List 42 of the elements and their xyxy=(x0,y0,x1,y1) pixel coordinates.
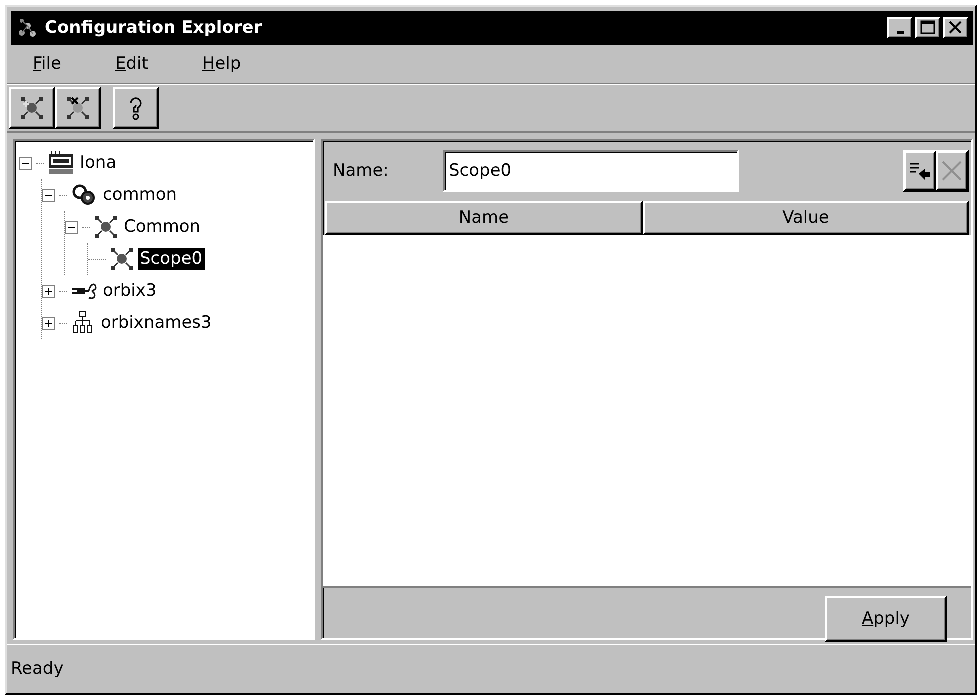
menu-item[interactable]: Edit xyxy=(115,54,148,74)
column-header[interactable]: Value xyxy=(643,201,969,235)
status-text: Ready xyxy=(11,659,64,679)
expand-toggle[interactable] xyxy=(42,284,55,298)
collapse-toggle[interactable] xyxy=(65,220,78,234)
tree-item[interactable]: orbixnames3 xyxy=(99,312,214,334)
molecule-icon xyxy=(94,215,118,239)
window-title: Configuration Explorer xyxy=(45,18,264,38)
tree-item[interactable]: Iona xyxy=(78,152,119,174)
molecule-icon xyxy=(110,247,134,271)
sparkle-molecule-icon xyxy=(20,96,44,120)
maximize-icon xyxy=(920,20,936,36)
menu-item[interactable]: Help xyxy=(202,54,242,74)
tree-item[interactable]: orbix3 xyxy=(101,280,159,302)
close-icon xyxy=(948,20,964,36)
new-scope-button[interactable] xyxy=(9,87,55,129)
cross-icon xyxy=(941,160,963,182)
question-mark-icon xyxy=(128,95,144,121)
name-field[interactable]: Scope0 xyxy=(443,150,739,192)
minimize-icon xyxy=(896,30,904,34)
expand-toggle[interactable] xyxy=(42,316,55,330)
apply-button[interactable]: Apply xyxy=(825,596,947,642)
help-button[interactable] xyxy=(113,87,159,129)
tree-item[interactable]: Common xyxy=(122,216,203,238)
menu-item[interactable]: File xyxy=(33,54,62,74)
chip-icon xyxy=(48,150,74,176)
delete-scope-button[interactable] xyxy=(55,87,101,129)
close-button[interactable] xyxy=(943,17,969,39)
maximize-button[interactable] xyxy=(915,17,941,39)
collapse-toggle[interactable] xyxy=(42,188,55,202)
column-header[interactable]: Name xyxy=(325,201,643,235)
name-label: Name: xyxy=(333,161,390,181)
app-icon xyxy=(17,17,39,39)
tree-item[interactable]: Scope0 xyxy=(138,248,205,270)
collapse-toggle[interactable] xyxy=(19,156,32,170)
arrow-list-icon xyxy=(909,162,931,180)
crossed-molecule-icon xyxy=(66,96,90,120)
hierarchy-icon xyxy=(71,311,95,335)
add-button[interactable] xyxy=(904,151,936,191)
gears-icon xyxy=(71,183,97,207)
tree-item[interactable]: common xyxy=(101,184,180,206)
minimize-button[interactable] xyxy=(887,17,913,39)
